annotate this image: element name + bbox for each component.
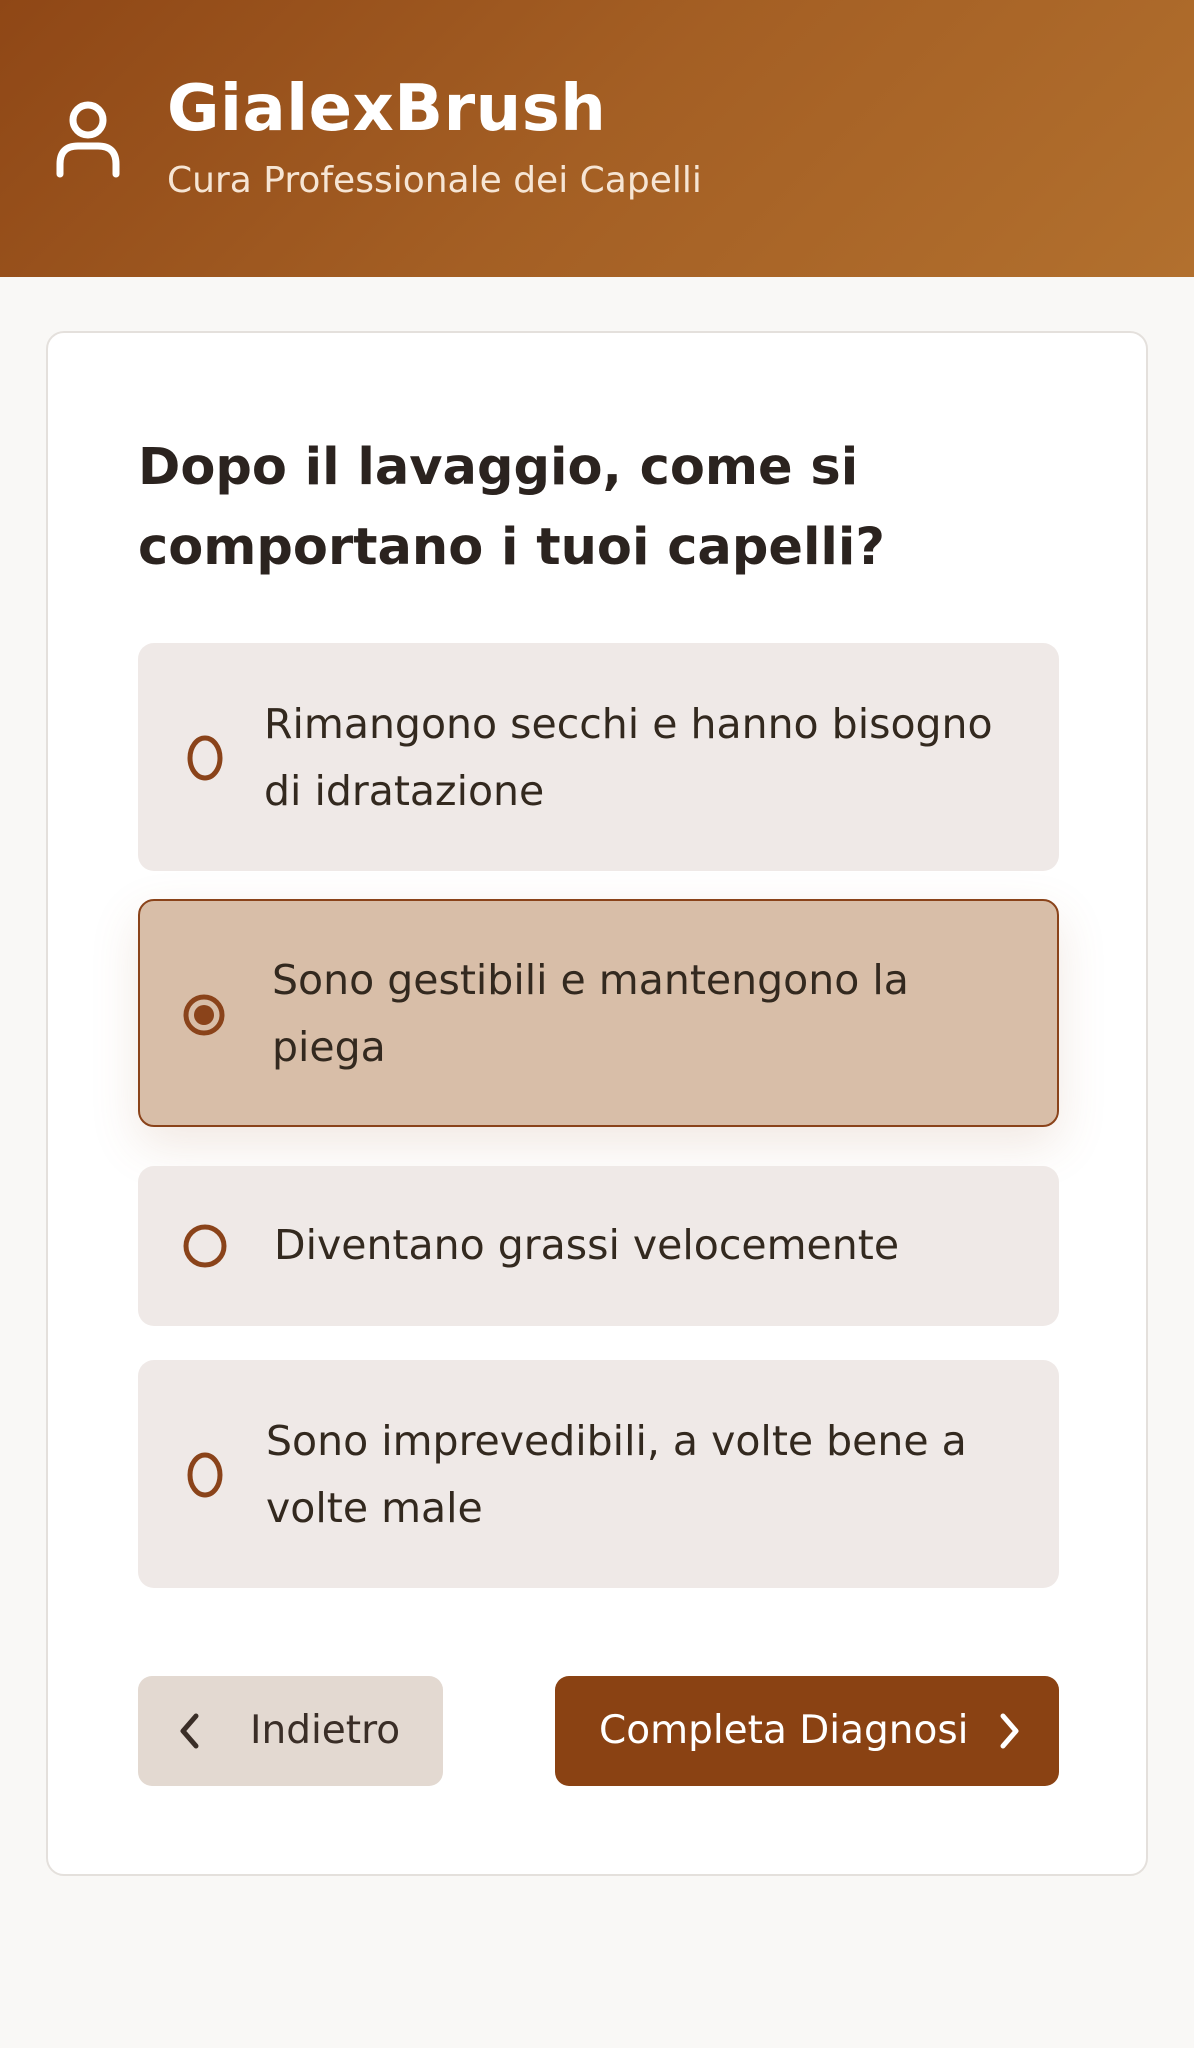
user-icon[interactable] (56, 100, 120, 180)
option-label: Sono imprevedibili, a volte bene a volte… (266, 1417, 967, 1532)
option-unpredictable[interactable]: Sono imprevedibili, a volte bene a volte… (138, 1360, 1059, 1588)
radio-unchecked-icon[interactable] (183, 733, 227, 783)
complete-button-label: Completa Diagnosi (599, 1708, 969, 1753)
back-button-label: Indietro (250, 1708, 401, 1753)
radio-checked-icon[interactable] (182, 990, 226, 1040)
option-label: Sono gestibili e mantengono la piega (272, 956, 909, 1071)
option-label: Rimangono secchi e hanno bisogno di idra… (264, 700, 993, 815)
quiz-card: Dopo il lavaggio, come si comportano i t… (46, 331, 1148, 1876)
chevron-right-icon (1000, 1713, 1019, 1749)
back-button[interactable]: Indietro (138, 1676, 443, 1786)
app-header: GialexBrush Cura Professionale dei Capel… (0, 0, 1194, 277)
complete-diagnosis-button[interactable]: Completa Diagnosi (555, 1676, 1059, 1786)
app-title: GialexBrush (167, 72, 607, 146)
option-dry[interactable]: Rimangono secchi e hanno bisogno di idra… (138, 643, 1059, 871)
option-manageable[interactable]: Sono gestibili e mantengono la piega (138, 899, 1059, 1127)
option-greasy[interactable]: Diventano grassi velocemente (138, 1166, 1059, 1326)
question-text: Dopo il lavaggio, come si comportano i t… (138, 438, 885, 577)
option-label: Diventano grassi velocemente (274, 1221, 900, 1269)
radio-unchecked-icon[interactable] (183, 1450, 227, 1500)
app-subtitle: Cura Professionale dei Capelli (167, 160, 702, 201)
radio-unchecked-icon[interactable] (183, 1221, 227, 1271)
chevron-left-icon (180, 1713, 199, 1749)
